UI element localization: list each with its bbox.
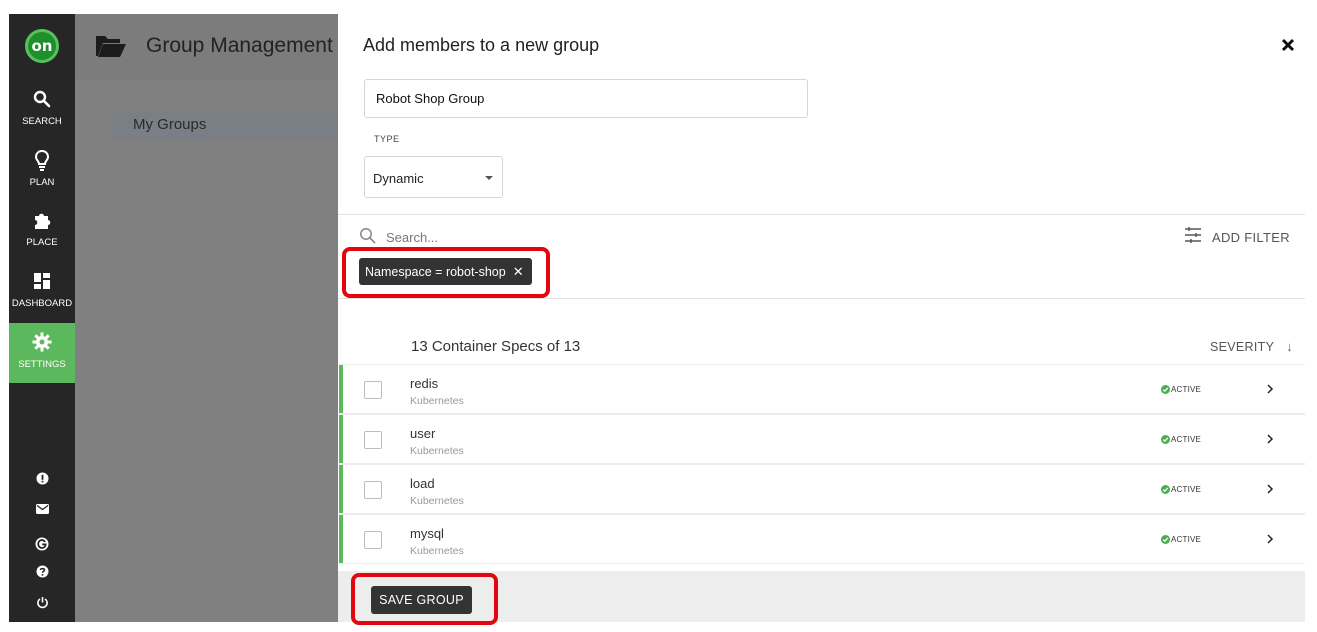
nav-item-label: SEARCH	[22, 116, 62, 127]
chevron-right-icon[interactable]	[1265, 532, 1275, 551]
highlight-save-button	[351, 573, 498, 625]
nav-item-dashboard[interactable]: DASHBOARD	[9, 262, 75, 322]
list-item[interactable]: user Kubernetes ACTIVE	[339, 414, 1305, 464]
row-checkbox[interactable]	[364, 431, 382, 449]
list-item[interactable]: redis Kubernetes ACTIVE	[339, 364, 1305, 414]
status-label: ACTIVE	[1171, 385, 1202, 394]
dashboard-icon	[9, 270, 75, 292]
nav-item-label: PLACE	[26, 237, 58, 248]
gear-icon	[9, 331, 75, 353]
type-label: TYPE	[374, 134, 400, 144]
sort-severity-button[interactable]: SEVERITY ↓	[1210, 339, 1293, 354]
nav-item-label: DASHBOARD	[11, 298, 73, 309]
chevron-right-icon[interactable]	[1265, 382, 1275, 401]
search-input[interactable]	[386, 226, 786, 248]
row-checkbox[interactable]	[364, 481, 382, 499]
status-badge: ACTIVE	[1161, 485, 1201, 494]
row-name: user	[410, 426, 436, 441]
filter-sliders-icon	[1184, 226, 1202, 249]
check-circle-icon	[1161, 535, 1170, 544]
nav-item-plan[interactable]: PLAN	[9, 141, 75, 201]
add-members-panel: Add members to a new group TYPE Dynamic …	[338, 14, 1317, 622]
logo-area: on	[9, 14, 75, 80]
caret-down-icon	[485, 176, 493, 180]
row-name: mysql	[410, 526, 444, 541]
nav-item-settings[interactable]: SETTINGS	[9, 323, 75, 383]
left-nav: on SEARCH PLAN PLACE DASHBOARD SETTINGS	[9, 14, 75, 622]
row-type: Kubernetes	[410, 395, 464, 407]
row-accent	[339, 415, 343, 463]
chevron-right-icon[interactable]	[1265, 482, 1275, 501]
panel-title: Add members to a new group	[363, 35, 600, 55]
row-type: Kubernetes	[410, 495, 464, 507]
status-label: ACTIVE	[1171, 435, 1202, 444]
status-label: ACTIVE	[1171, 485, 1202, 494]
row-accent	[339, 365, 343, 413]
type-select-value: Dynamic	[373, 171, 424, 186]
tab-label: My Groups	[133, 116, 207, 133]
tab-my-groups[interactable]: My Groups	[112, 111, 338, 139]
folder-open-icon	[95, 34, 127, 63]
list-item[interactable]: load Kubernetes ACTIVE	[339, 464, 1305, 514]
row-name: load	[410, 476, 435, 491]
alert-icon[interactable]	[9, 465, 75, 491]
list-count-header: 13 Container Specs of 13	[411, 338, 581, 355]
mail-icon[interactable]	[9, 496, 75, 522]
background-page: Group Management My Groups	[75, 14, 338, 622]
row-checkbox[interactable]	[364, 381, 382, 399]
lightbulb-icon	[9, 149, 75, 171]
row-name: redis	[410, 376, 439, 391]
row-type: Kubernetes	[410, 445, 464, 457]
status-label: ACTIVE	[1171, 535, 1202, 544]
add-filter-label: ADD FILTER	[1212, 229, 1290, 245]
nav-item-search[interactable]: SEARCH	[9, 80, 75, 140]
add-filter-button[interactable]: ADD FILTER	[1184, 226, 1290, 248]
type-select[interactable]: Dynamic	[364, 156, 503, 198]
screen: on SEARCH PLAN PLACE DASHBOARD SETTINGS …	[0, 0, 1317, 632]
divider	[338, 214, 1305, 215]
container-spec-list: redis Kubernetes ACTIVE user Kubernetes …	[339, 364, 1305, 564]
help-icon[interactable]	[9, 558, 75, 584]
highlight-filter-chip	[342, 247, 550, 298]
divider	[338, 298, 1305, 299]
arrow-down-icon: ↓	[1286, 339, 1294, 354]
nav-item-place[interactable]: PLACE	[9, 201, 75, 261]
row-type: Kubernetes	[410, 545, 464, 557]
chevron-right-icon[interactable]	[1265, 432, 1275, 451]
power-icon[interactable]	[9, 589, 75, 615]
list-item[interactable]: mysql Kubernetes ACTIVE	[339, 514, 1305, 564]
check-circle-icon	[1161, 485, 1170, 494]
app-logo[interactable]: on	[25, 29, 59, 63]
status-badge: ACTIVE	[1161, 385, 1201, 394]
close-icon[interactable]	[1278, 35, 1298, 55]
page-title: Group Management	[146, 34, 333, 57]
group-name-input[interactable]	[364, 79, 808, 118]
sort-label: SEVERITY	[1210, 339, 1275, 354]
status-badge: ACTIVE	[1161, 435, 1201, 444]
page-header: Group Management	[75, 14, 338, 80]
g-icon[interactable]	[9, 531, 75, 557]
puzzle-icon	[9, 209, 75, 231]
row-accent	[339, 515, 343, 563]
nav-item-label: SETTINGS	[18, 359, 66, 370]
check-circle-icon	[1161, 385, 1170, 394]
nav-item-label: PLAN	[29, 177, 55, 188]
search-icon	[9, 88, 75, 110]
status-badge: ACTIVE	[1161, 535, 1201, 544]
row-accent	[339, 465, 343, 513]
row-checkbox[interactable]	[364, 531, 382, 549]
check-circle-icon	[1161, 435, 1170, 444]
